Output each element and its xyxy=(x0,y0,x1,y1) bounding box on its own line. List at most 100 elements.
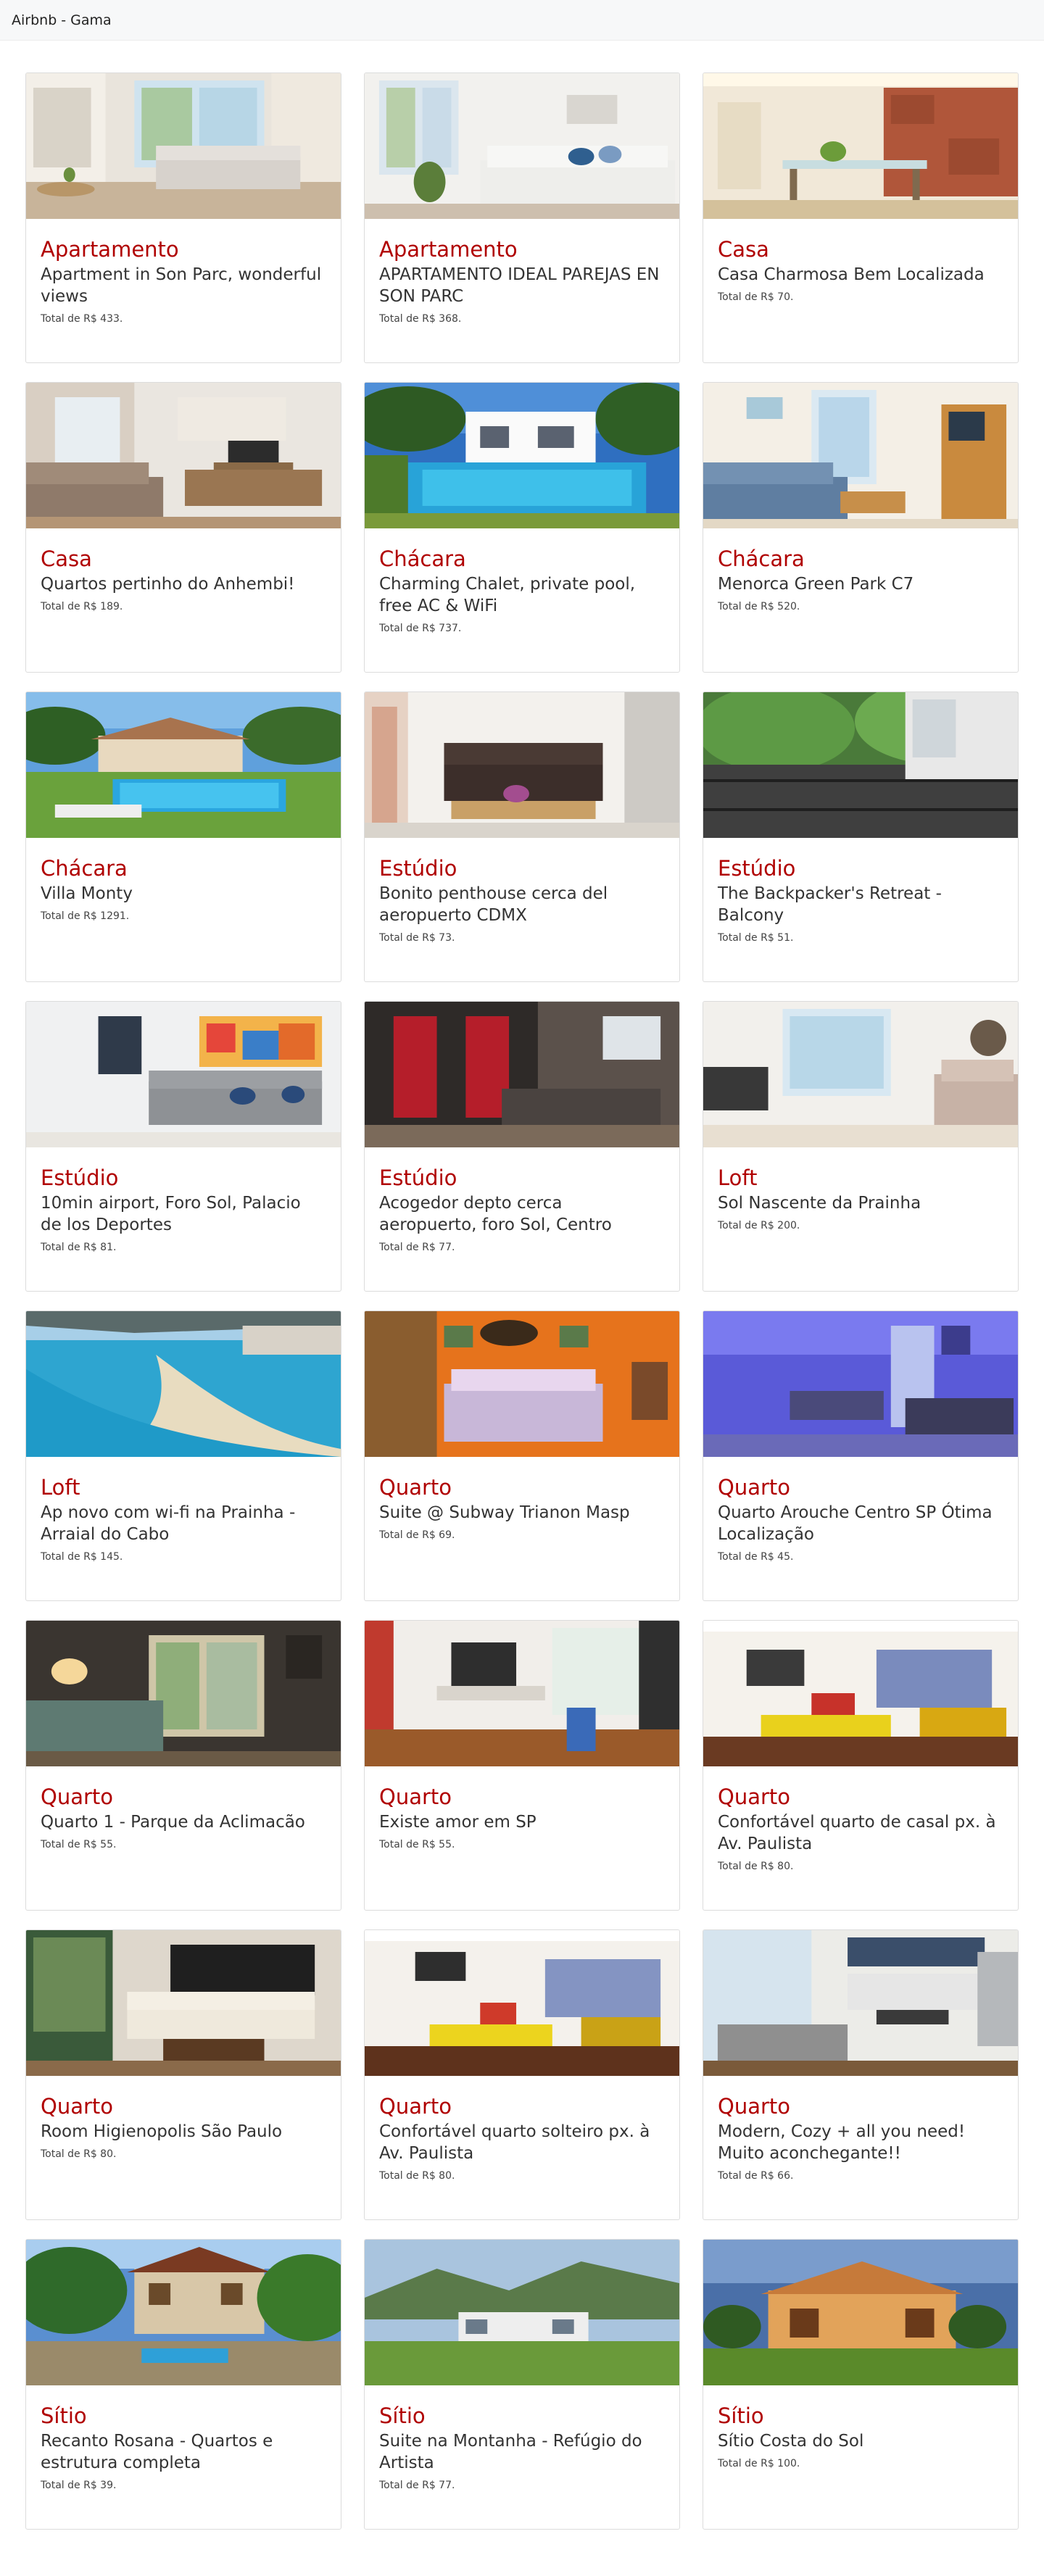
listing-body: Quarto Existe amor em SP Total de R$ 55. xyxy=(365,1766,679,1852)
listing-body: Estúdio Bonito penthouse cerca del aerop… xyxy=(365,838,679,945)
listing-photo[interactable] xyxy=(365,1930,679,2076)
listing-price: Total de R$ 1291. xyxy=(41,910,130,922)
listing-price: Total de R$ 80. xyxy=(41,2148,117,2160)
listing-photo[interactable] xyxy=(26,1621,341,1766)
listing-card[interactable]: Estúdio Acogedor depto cerca aeropuerto,… xyxy=(364,1001,680,1292)
listing-body: Apartamento APARTAMENTO IDEAL PAREJAS EN… xyxy=(365,219,679,326)
listing-type: Sítio xyxy=(718,2403,764,2428)
listing-photo[interactable] xyxy=(703,2240,1018,2385)
listing-type: Chácara xyxy=(379,547,466,571)
listing-card[interactable]: Quarto Modern, Cozy + all you need! Muit… xyxy=(703,1929,1019,2220)
listing-photo[interactable] xyxy=(26,692,341,838)
listing-photo[interactable] xyxy=(365,383,679,528)
listing-price: Total de R$ 45. xyxy=(718,1551,794,1563)
listing-name: Villa Monty xyxy=(41,884,133,903)
listing-photo[interactable] xyxy=(365,1621,679,1766)
listing-photo[interactable] xyxy=(703,1311,1018,1457)
listing-body: Quarto Quarto Arouche Centro SP Ótima Lo… xyxy=(703,1457,1018,1564)
listing-photo[interactable] xyxy=(365,1311,679,1457)
listing-photo[interactable] xyxy=(703,383,1018,528)
listing-price: Total de R$ 433. xyxy=(41,313,123,325)
listing-type: Quarto xyxy=(718,2094,791,2119)
listing-card[interactable]: Apartamento Apartment in Son Parc, wonde… xyxy=(25,72,341,363)
listing-name: Confortável quarto solteiro px. à Av. Pa… xyxy=(379,2122,650,2163)
listing-card[interactable]: Casa Casa Charmosa Bem Localizada Total … xyxy=(703,72,1019,363)
listing-photo[interactable] xyxy=(26,1002,341,1147)
listing-name: Quarto 1 - Parque da Aclimacão xyxy=(41,1813,305,1832)
listing-card[interactable]: Estúdio 10min airport, Foro Sol, Palacio… xyxy=(25,1001,341,1292)
listing-card[interactable]: Chácara Villa Monty Total de R$ 1291. xyxy=(25,691,341,982)
listing-card[interactable]: Apartamento APARTAMENTO IDEAL PAREJAS EN… xyxy=(364,72,680,363)
listing-photo[interactable] xyxy=(26,73,341,219)
listing-name: 10min airport, Foro Sol, Palacio de los … xyxy=(41,1194,301,1234)
listing-body: Apartamento Apartment in Son Parc, wonde… xyxy=(26,219,341,326)
listing-name: Apartment in Son Parc, wonderful views xyxy=(41,265,322,306)
listing-card[interactable]: Casa Quartos pertinho do Anhembi! Total … xyxy=(25,382,341,673)
listing-type: Estúdio xyxy=(718,856,796,881)
listing-photo[interactable] xyxy=(365,73,679,219)
listing-name: Recanto Rosana - Quartos e estrutura com… xyxy=(41,2432,273,2472)
listing-card[interactable]: Quarto Room Higienopolis São Paulo Total… xyxy=(25,1929,341,2220)
listing-price: Total de R$ 145. xyxy=(41,1551,123,1563)
listing-card[interactable]: Sítio Recanto Rosana - Quartos e estrutu… xyxy=(25,2239,341,2530)
listing-name: Suite @ Subway Trianon Masp xyxy=(379,1503,630,1522)
listing-type: Estúdio xyxy=(41,1166,119,1190)
listing-body: Quarto Modern, Cozy + all you need! Muit… xyxy=(703,2076,1018,2183)
listing-body: Estúdio Acogedor depto cerca aeropuerto,… xyxy=(365,1147,679,1255)
listing-card[interactable]: Sítio Sítio Costa do Sol Total de R$ 100… xyxy=(703,2239,1019,2530)
listing-card[interactable]: Quarto Quarto 1 - Parque da Aclimacão To… xyxy=(25,1620,341,1911)
listing-card[interactable]: Sítio Suite na Montanha - Refúgio do Art… xyxy=(364,2239,680,2530)
listing-name: Sítio Costa do Sol xyxy=(718,2432,864,2451)
listing-card[interactable]: Chácara Charming Chalet, private pool, f… xyxy=(364,382,680,673)
listing-card[interactable]: Quarto Existe amor em SP Total de R$ 55. xyxy=(364,1620,680,1911)
listing-photo[interactable] xyxy=(703,1002,1018,1147)
listing-photo[interactable] xyxy=(26,1930,341,2076)
listing-type: Casa xyxy=(718,237,769,262)
listing-card[interactable]: Estúdio The Backpacker's Retreat - Balco… xyxy=(703,691,1019,982)
listing-photo[interactable] xyxy=(365,1002,679,1147)
listing-card[interactable]: Quarto Confortável quarto solteiro px. à… xyxy=(364,1929,680,2220)
listing-photo[interactable] xyxy=(26,1311,341,1457)
listing-card[interactable]: Chácara Menorca Green Park C7 Total de R… xyxy=(703,382,1019,673)
listing-name: Suite na Montanha - Refúgio do Artista xyxy=(379,2432,642,2472)
listing-price: Total de R$ 81. xyxy=(41,1242,117,1253)
listing-photo[interactable] xyxy=(365,692,679,838)
listing-price: Total de R$ 55. xyxy=(379,1839,455,1850)
listing-price: Total de R$ 368. xyxy=(379,313,462,325)
listing-photo[interactable] xyxy=(703,73,1018,219)
listing-card[interactable]: Quarto Suite @ Subway Trianon Masp Total… xyxy=(364,1310,680,1601)
listing-price: Total de R$ 73. xyxy=(379,932,455,944)
listing-card[interactable]: Quarto Quarto Arouche Centro SP Ótima Lo… xyxy=(703,1310,1019,1601)
listing-body: Quarto Quarto 1 - Parque da Aclimacão To… xyxy=(26,1766,341,1852)
listing-photo[interactable] xyxy=(26,383,341,528)
listing-type: Estúdio xyxy=(379,856,457,881)
listing-type: Quarto xyxy=(718,1475,791,1500)
navbar: Airbnb - Gama xyxy=(0,0,1044,41)
listing-card[interactable]: Loft Sol Nascente da Prainha Total de R$… xyxy=(703,1001,1019,1292)
brand-link[interactable]: Airbnb - Gama xyxy=(12,12,112,28)
listing-type: Quarto xyxy=(41,1784,114,1809)
listing-price: Total de R$ 200. xyxy=(718,1220,800,1231)
listing-photo[interactable] xyxy=(26,2240,341,2385)
listing-type: Chácara xyxy=(41,856,128,881)
listings-grid: Apartamento Apartment in Son Parc, wonde… xyxy=(0,41,1044,2530)
listing-price: Total de R$ 39. xyxy=(41,2480,117,2491)
listing-name: Confortável quarto de casal px. à Av. Pa… xyxy=(718,1813,996,1853)
listing-body: Sítio Suite na Montanha - Refúgio do Art… xyxy=(365,2385,679,2493)
listing-photo[interactable] xyxy=(703,692,1018,838)
listing-body: Chácara Menorca Green Park C7 Total de R… xyxy=(703,528,1018,614)
listing-body: Loft Sol Nascente da Prainha Total de R$… xyxy=(703,1147,1018,1233)
listing-price: Total de R$ 189. xyxy=(41,601,123,612)
listing-card[interactable]: Loft Ap novo com wi-fi na Prainha - Arra… xyxy=(25,1310,341,1601)
listing-body: Casa Casa Charmosa Bem Localizada Total … xyxy=(703,219,1018,304)
listing-photo[interactable] xyxy=(703,1621,1018,1766)
listing-card[interactable]: Estúdio Bonito penthouse cerca del aerop… xyxy=(364,691,680,982)
listing-price: Total de R$ 737. xyxy=(379,623,462,634)
listing-photo[interactable] xyxy=(365,2240,679,2385)
listing-name: Existe amor em SP xyxy=(379,1813,536,1832)
listing-body: Quarto Suite @ Subway Trianon Masp Total… xyxy=(365,1457,679,1542)
listing-photo[interactable] xyxy=(703,1930,1018,2076)
listing-type: Chácara xyxy=(718,547,805,571)
listing-price: Total de R$ 77. xyxy=(379,2480,455,2491)
listing-card[interactable]: Quarto Confortável quarto de casal px. à… xyxy=(703,1620,1019,1911)
